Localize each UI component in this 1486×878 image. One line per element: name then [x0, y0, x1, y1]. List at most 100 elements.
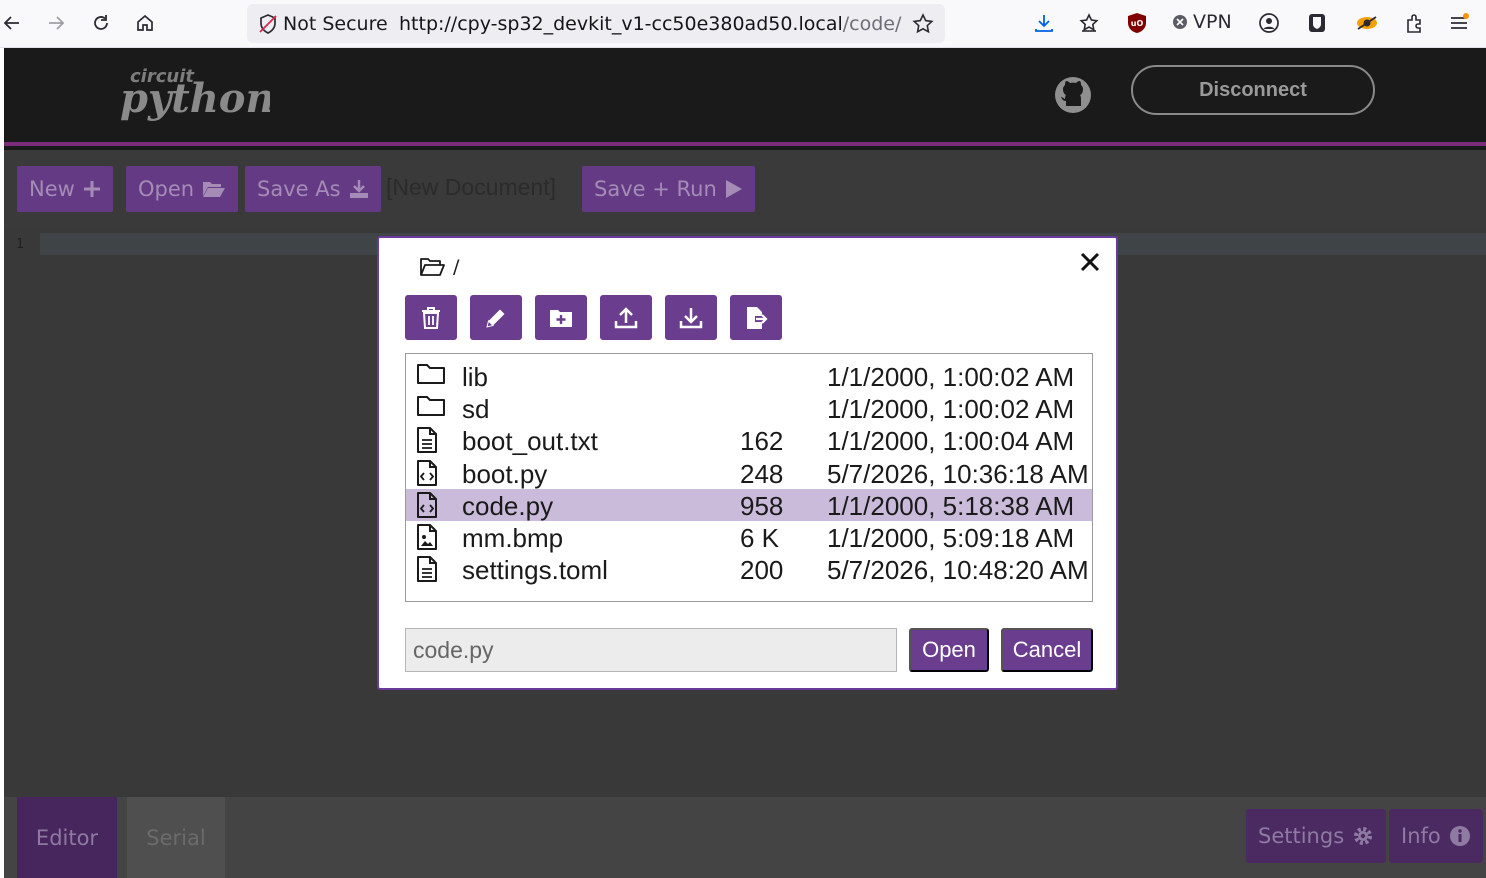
- file-export-icon: [747, 306, 768, 329]
- gear-icon: [1354, 827, 1373, 845]
- not-secure-label: Not Secure: [283, 13, 388, 35]
- text-file-icon: [416, 426, 438, 454]
- bitwarden-icon[interactable]: [1302, 8, 1332, 38]
- line-number: 1: [16, 237, 24, 252]
- file-name: code.py: [462, 490, 554, 521]
- vpn-status[interactable]: VPN: [1172, 11, 1232, 33]
- not-secure-indicator[interactable]: Not Secure: [257, 13, 388, 35]
- file-name: sd: [462, 394, 490, 425]
- folder-icon: [416, 362, 446, 386]
- file-row[interactable]: sd 1/1/2000, 1:00:02 AM: [406, 392, 1092, 424]
- file-size: 958: [740, 490, 784, 521]
- upload-button[interactable]: [600, 295, 652, 340]
- open-button[interactable]: Open: [126, 166, 239, 212]
- save-run-label: Save + Run: [594, 177, 717, 201]
- logo-python-text: python: [120, 75, 270, 122]
- url-path: /code/: [842, 13, 902, 35]
- menu-icon[interactable]: [1444, 8, 1474, 38]
- file-row[interactable]: code.py 958 1/1/2000, 5:18:38 AM: [406, 488, 1092, 521]
- info-label: Info: [1401, 824, 1441, 848]
- shield-slash-icon: [259, 14, 277, 34]
- account-icon[interactable]: [1254, 8, 1284, 38]
- url-text: http://cpy-sp32_devkit_v1-cc50e380ad50.l…: [399, 13, 901, 35]
- trash-icon: [422, 306, 440, 329]
- dialog-cancel-button[interactable]: Cancel: [1001, 628, 1093, 672]
- file-name: settings.toml: [462, 555, 608, 586]
- current-path[interactable]: /: [453, 256, 459, 278]
- file-name: boot.py: [462, 458, 548, 489]
- address-bar[interactable]: Not Secure http://cpy-sp32_devkit_v1-cc5…: [247, 4, 945, 43]
- file-row[interactable]: boot_out.txt 162 1/1/2000, 1:00:04 AM: [406, 424, 1092, 456]
- extensions-puzzle-icon[interactable]: [1400, 8, 1430, 38]
- new-label: New: [29, 177, 75, 201]
- settings-label: Settings: [1258, 824, 1345, 848]
- save-as-label: Save As: [257, 177, 341, 201]
- save-as-button[interactable]: Save As: [245, 166, 381, 212]
- download-icon: [349, 180, 368, 198]
- file-modified: 5/7/2026, 10:36:18 AM: [827, 458, 1089, 489]
- file-modified: 1/1/2000, 5:18:38 AM: [827, 490, 1075, 521]
- disconnect-button[interactable]: Disconnect: [1131, 65, 1375, 115]
- file-row[interactable]: settings.toml 200 5/7/2026, 10:48:20 AM: [406, 553, 1092, 585]
- info-circle-icon: [1449, 826, 1470, 846]
- file-dialog: / lib 1/1/2000, 1:00:02 AM sd 1/1/2000, 1:0…: [377, 236, 1118, 690]
- save-run-button[interactable]: Save + Run: [582, 166, 755, 212]
- tab-serial[interactable]: Serial: [127, 797, 225, 878]
- file-row[interactable]: lib 1/1/2000, 1:00:02 AM: [406, 360, 1092, 392]
- bookmark-star-icon[interactable]: [909, 10, 937, 38]
- folder-open-icon: [420, 258, 445, 276]
- reload-icon[interactable]: [86, 8, 116, 38]
- line-gutter: 1: [4, 228, 40, 797]
- file-size: 248: [740, 458, 784, 489]
- upload-icon: [614, 306, 638, 328]
- forward-arrow-icon[interactable]: [41, 8, 71, 38]
- file-size: 6 K: [740, 523, 780, 553]
- file-name: mm.bmp: [462, 523, 564, 553]
- home-icon[interactable]: [130, 8, 160, 38]
- dialog-open-button[interactable]: Open: [909, 628, 989, 672]
- open-label: Open: [138, 177, 195, 201]
- download-icon: [679, 307, 703, 328]
- bottom-bar: Editor Serial Settings Info: [4, 797, 1486, 878]
- plus-icon: [83, 181, 100, 197]
- close-icon[interactable]: [1076, 248, 1104, 276]
- download-button[interactable]: [665, 295, 717, 340]
- new-folder-button[interactable]: [535, 295, 587, 340]
- file-modified: 5/7/2026, 10:48:20 AM: [827, 555, 1089, 586]
- file-modified: 1/1/2000, 1:00:02 AM: [827, 362, 1075, 392]
- svg-text:uO: uO: [1131, 19, 1144, 28]
- settings-button[interactable]: Settings: [1246, 809, 1387, 863]
- url-host: http://cpy-sp32_devkit_v1-cc50e380ad50.l…: [399, 13, 843, 35]
- document-name: [New Document]: [386, 174, 557, 200]
- ublock-icon[interactable]: uO: [1122, 8, 1152, 38]
- new-button[interactable]: New: [17, 166, 113, 212]
- folder-icon: [416, 394, 446, 418]
- delete-button[interactable]: [405, 295, 457, 340]
- file-size: 162: [740, 426, 784, 457]
- file-row[interactable]: boot.py 248 5/7/2026, 10:36:18 AM: [406, 457, 1092, 489]
- pencil-icon: [486, 309, 505, 328]
- folder-plus-icon: [550, 309, 572, 327]
- file-row[interactable]: mm.bmp 6 K 1/1/2000, 5:09:18 AM: [406, 521, 1092, 553]
- move-button[interactable]: [730, 295, 782, 340]
- tab-editor[interactable]: Editor: [17, 797, 117, 878]
- file-toolbar: New Open Save As [New Document] Save + R…: [4, 150, 1486, 228]
- app-header: circuit python Disconnect: [4, 48, 1486, 146]
- vpn-label: VPN: [1193, 11, 1232, 33]
- github-icon[interactable]: [1054, 76, 1092, 114]
- file-actions: [405, 295, 782, 340]
- file-list[interactable]: lib 1/1/2000, 1:00:02 AM sd 1/1/2000, 1:00:…: [405, 353, 1093, 602]
- rename-button[interactable]: [470, 295, 522, 340]
- downloads-icon[interactable]: [1029, 8, 1059, 38]
- info-button[interactable]: Info: [1389, 809, 1483, 863]
- breadcrumb: /: [419, 256, 459, 278]
- file-name: lib: [462, 362, 489, 392]
- bookmarks-star-icon[interactable]: [1074, 8, 1104, 38]
- text-file-icon: [416, 555, 438, 583]
- vpn-off-icon: [1173, 15, 1187, 29]
- extension-eye-icon[interactable]: [1352, 8, 1382, 38]
- play-icon: [725, 180, 742, 198]
- back-arrow-icon[interactable]: [0, 8, 27, 38]
- folder-open-icon: [203, 182, 226, 197]
- filename-input[interactable]: [405, 628, 897, 672]
